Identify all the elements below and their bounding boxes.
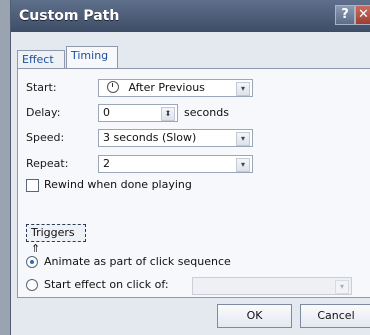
ok-label: OK (246, 309, 263, 322)
custom-path-dialog: Custom Path ? ✕ Effect Timing Start: Aft… (10, 0, 370, 335)
delay-input[interactable]: 0 ⬍ (98, 104, 178, 122)
tab-effect[interactable]: Effect (17, 50, 65, 68)
cancel-button[interactable]: Cancel (300, 304, 370, 328)
speed-value: 3 seconds (Slow) (103, 131, 197, 144)
slide-background (0, 0, 10, 335)
speed-select[interactable]: 3 seconds (Slow) ▾ (98, 129, 253, 147)
delay-unit-label: seconds (184, 106, 229, 119)
close-icon: ✕ (358, 7, 369, 22)
chevron-down-icon[interactable]: ▾ (335, 280, 349, 294)
chevron-down-icon[interactable]: ▾ (236, 158, 250, 172)
speed-label: Speed: (26, 131, 65, 144)
start-effect-on-click-label: Start effect on click of: (44, 278, 169, 291)
click-of-select[interactable]: ▾ (192, 277, 352, 295)
animate-click-sequence-radio[interactable] (26, 256, 38, 268)
ok-button[interactable]: OK (217, 304, 292, 328)
help-icon: ? (341, 7, 349, 22)
delay-value: 0 (103, 106, 110, 119)
delay-label: Delay: (26, 106, 61, 119)
repeat-select[interactable]: 2 ▾ (98, 155, 253, 173)
repeat-label: Repeat: (26, 157, 69, 170)
start-label: Start: (26, 81, 57, 94)
tab-timing[interactable]: Timing (66, 46, 118, 68)
animate-click-sequence-label: Animate as part of click sequence (44, 255, 231, 268)
cancel-label: Cancel (317, 309, 355, 322)
rewind-checkbox[interactable] (26, 179, 39, 192)
help-button[interactable]: ? (335, 5, 355, 25)
chevron-down-icon[interactable]: ▾ (236, 82, 250, 96)
tab-effect-label: Effect (22, 53, 54, 66)
clock-icon (107, 81, 119, 93)
dialog-content: Effect Timing Start: After Previous ▾ De… (11, 32, 370, 335)
collapse-icon: ⇑ (31, 242, 41, 255)
triggers-label: Triggers (31, 226, 75, 239)
rewind-label: Rewind when done playing (44, 178, 192, 191)
triggers-button[interactable]: Triggers ⇑ (26, 224, 86, 255)
timing-panel: Start: After Previous ▾ Delay: 0 ⬍ secon… (17, 68, 370, 298)
dialog-title: Custom Path (19, 8, 120, 24)
spinner-icon[interactable]: ⬍ (161, 107, 175, 121)
chevron-down-icon[interactable]: ▾ (236, 132, 250, 146)
start-value: After Previous (128, 81, 205, 94)
close-button[interactable]: ✕ (355, 5, 370, 25)
title-bar: Custom Path ? ✕ (11, 0, 370, 32)
start-select[interactable]: After Previous ▾ (98, 79, 253, 97)
repeat-value: 2 (103, 157, 110, 170)
tab-timing-label: Timing (71, 49, 109, 62)
start-effect-on-click-radio[interactable] (26, 279, 38, 291)
